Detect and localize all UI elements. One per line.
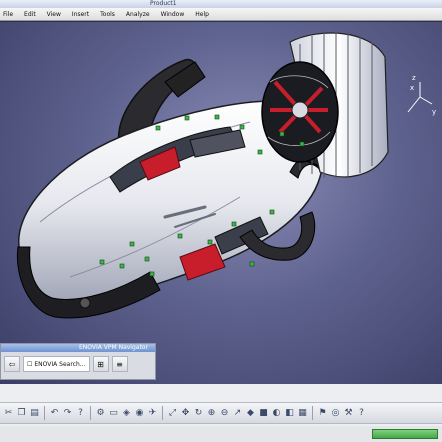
shading-icon[interactable]: ■ (258, 406, 269, 420)
navigator-title: ENOVIA VPM Navigator (1, 344, 155, 352)
undo-icon[interactable]: ↶ (49, 406, 60, 420)
navigator-tree-button[interactable]: ⊞ (92, 356, 109, 372)
menu-window[interactable]: Window (161, 11, 185, 18)
navigator-options-button[interactable]: ≡ (111, 356, 128, 372)
menu-tools[interactable]: Tools (100, 11, 115, 18)
measure-icon[interactable]: ◈ (121, 406, 132, 420)
search-icon: ☐ (27, 360, 33, 368)
fly-mode-icon[interactable]: ✈ (147, 406, 158, 420)
window-title-bar: Product1 (0, 0, 442, 8)
tree-icon: ⊞ (97, 359, 104, 369)
menu-view[interactable]: View (47, 11, 61, 18)
nose-light (79, 297, 91, 309)
navigator-back-button[interactable]: ⇦ (4, 356, 20, 372)
cut-icon[interactable]: ✂ (3, 406, 14, 420)
enovia-navigator-panel: ENOVIA VPM Navigator ⇦ ☐ ENOVIA Search..… (0, 343, 156, 380)
analysis-icon[interactable]: ◉ (134, 406, 145, 420)
fit-all-icon[interactable]: ⤢ (167, 406, 178, 420)
zoom-out-icon[interactable]: ⊖ (219, 406, 230, 420)
ruler-icon[interactable]: ▭ (108, 406, 119, 420)
bookmark-icon[interactable]: ⚑ (317, 406, 328, 420)
toolbar-separator (162, 406, 163, 420)
menu-file[interactable]: File (3, 11, 13, 18)
enovia-search-label: ENOVIA Search... (34, 360, 86, 368)
toolbar-separator (312, 406, 313, 420)
camera-icon[interactable]: ◎ (330, 406, 341, 420)
iso-view-icon[interactable]: ◆ (245, 406, 256, 420)
3d-viewport[interactable]: x y z (0, 22, 442, 384)
zoom-in-icon[interactable]: ⊕ (206, 406, 217, 420)
menu-help[interactable]: Help (195, 11, 209, 18)
toolbar-separator (44, 406, 45, 420)
options-icon: ≡ (116, 359, 123, 369)
menu-edit[interactable]: Edit (24, 11, 36, 18)
axis-label-y: y (432, 108, 436, 116)
cad-model-scene[interactable]: x y z (0, 22, 442, 384)
command-input-field[interactable] (372, 429, 438, 439)
axis-label-x: x (410, 84, 414, 92)
window-title: Product1 (150, 0, 177, 7)
menu-analyze[interactable]: Analyze (126, 11, 150, 18)
rotate-icon[interactable]: ↻ (193, 406, 204, 420)
navigator-back-icon: ⇦ (8, 359, 16, 369)
menu-insert[interactable]: Insert (72, 11, 89, 18)
redo-icon[interactable]: ↷ (62, 406, 73, 420)
axis-compass[interactable]: x y z (407, 74, 436, 116)
normal-view-icon[interactable]: ↗ (232, 406, 243, 420)
pan-icon[interactable]: ✥ (180, 406, 191, 420)
filter-icon[interactable]: ▦ (297, 406, 308, 420)
assembly-icon[interactable]: ⚙ (95, 406, 106, 420)
paste-icon[interactable]: ▤ (29, 406, 40, 420)
axis-label-z: z (412, 74, 416, 82)
hide-show-icon[interactable]: ◐ (271, 406, 282, 420)
copy-icon[interactable]: ❐ (16, 406, 27, 420)
help-icon[interactable]: ? (356, 406, 367, 420)
menu-bar: File Edit View Insert Tools Analyze Wind… (0, 8, 442, 21)
swap-space-icon[interactable]: ◧ (284, 406, 295, 420)
status-bar (0, 426, 442, 442)
toolbar-separator (90, 406, 91, 420)
what-is-this-icon[interactable]: ? (75, 406, 86, 420)
standard-toolbar: ✂ ❐ ▤ ↶ ↷ ? ⚙ ▭ ◈ ◉ ✈ ⤢ ✥ ↻ ⊕ ⊖ ↗ ◆ ■ ◐ … (0, 402, 442, 424)
options-icon[interactable]: ⚒ (343, 406, 354, 420)
enovia-search-field[interactable]: ☐ ENOVIA Search... (23, 356, 90, 372)
